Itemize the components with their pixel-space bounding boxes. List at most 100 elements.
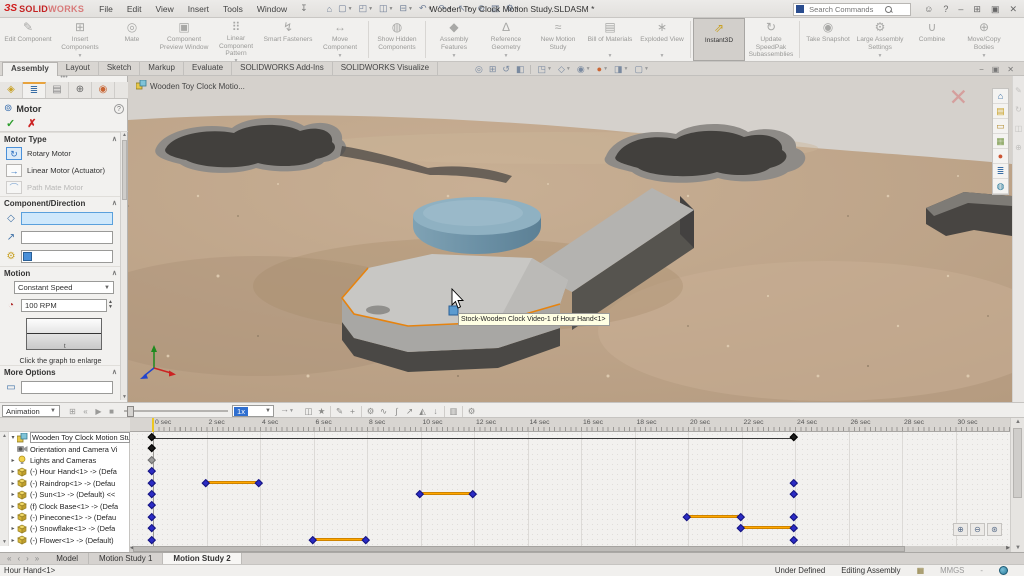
keyframe-diamond[interactable] xyxy=(255,478,263,486)
ribbon-update-speedpak-subassemblies[interactable]: ↻Update SpeedPak Subassemblies xyxy=(745,18,797,61)
search-box[interactable] xyxy=(793,3,911,16)
menu-tools[interactable]: Tools xyxy=(216,4,250,14)
scroll-down-icon[interactable]: ▼ xyxy=(1015,545,1021,551)
motion-section-header[interactable]: Motion ∧ xyxy=(0,266,121,279)
tab-solidworks-visualize[interactable]: SOLIDWORKS Visualize xyxy=(333,62,438,76)
results-and-plots-icon[interactable]: ▥ xyxy=(447,406,460,417)
save-icon[interactable]: ◫▼ xyxy=(376,3,396,14)
time-bar-handle[interactable] xyxy=(152,418,154,432)
keyframe-diamond[interactable] xyxy=(416,490,424,498)
tab-evaluate[interactable]: Evaluate xyxy=(184,62,232,76)
keyframe-diamond[interactable] xyxy=(683,513,691,521)
collapse-chevron-icon[interactable]: ∧ xyxy=(112,199,117,207)
user-account-icon[interactable]: ☺ xyxy=(919,4,938,14)
file-properties-icon[interactable]: ▤ xyxy=(488,3,503,14)
keyframe-diamond[interactable] xyxy=(148,513,156,521)
manager-tab-featuremanager[interactable]: ◈ xyxy=(0,82,23,98)
ribbon-mate[interactable]: ◎Mate xyxy=(106,18,158,61)
tree-row-hour-hand-1[interactable]: ▸(-) Hour Hand<1> -> (Defa xyxy=(9,466,130,477)
undo-icon[interactable]: ↶▼ xyxy=(416,3,436,14)
expand-arrow-icon[interactable]: ▸ xyxy=(9,525,17,532)
taskpane-file-explorer-icon[interactable]: ▭ xyxy=(993,119,1008,134)
scroll-up-icon[interactable]: ▲ xyxy=(122,132,127,138)
contact-icon[interactable]: ◭ xyxy=(416,406,429,417)
ribbon-smart-fasteners[interactable]: ↯Smart Fasteners xyxy=(262,18,314,61)
expand-arrow-icon[interactable]: ▸ xyxy=(9,491,17,498)
display-style-icon[interactable]: ◇▼ xyxy=(555,64,574,75)
tree-row-wooden-toy-clock-m[interactable]: ▾Wooden Toy Clock Motion Stu xyxy=(9,432,130,443)
keyframe-diamond[interactable] xyxy=(790,535,798,543)
manager-tab-configurationmanager[interactable]: ▤ xyxy=(46,82,69,98)
tree-row-orientation-and-ca[interactable]: Orientation and Camera Vi xyxy=(9,443,130,454)
study-tab-motion-study-2[interactable]: Motion Study 2 xyxy=(163,553,241,565)
collapse-chevron-icon[interactable]: ∧ xyxy=(112,135,117,143)
zoom-area-icon[interactable]: ⊞ xyxy=(486,64,500,75)
animation-wizard-icon[interactable]: ★ xyxy=(315,406,328,417)
hide-show-items-icon[interactable]: ◉▼ xyxy=(574,64,594,75)
ribbon-edit-component[interactable]: ✎Edit Component xyxy=(2,18,54,61)
ribbon-component-preview-window[interactable]: ▣Component Preview Window xyxy=(158,18,210,61)
component-to-move-relative-to-selection-field[interactable] xyxy=(21,250,113,263)
tree-row-snowflake-1[interactable]: ▸(-) Snowflake<1> -> (Defa xyxy=(9,523,130,534)
zoom-fit-icon[interactable]: ◎ xyxy=(472,64,486,75)
menu-window[interactable]: Window xyxy=(250,4,294,14)
speed-spinner[interactable]: ▲▼ xyxy=(108,300,113,310)
keyframe-diamond[interactable] xyxy=(148,433,156,441)
tab-sketch[interactable]: Sketch xyxy=(99,62,140,76)
timeline-zoom-fit-icon[interactable]: ⊛ xyxy=(987,523,1002,536)
view-orientation-icon[interactable]: ◳▼ xyxy=(534,64,554,75)
keyframe-diamond[interactable] xyxy=(790,490,798,498)
save-animation-icon[interactable]: ◫ xyxy=(302,406,315,417)
print-icon[interactable]: ⊟▼ xyxy=(397,3,417,14)
property-manager-scrollbar[interactable]: ▲ ▼ xyxy=(120,132,127,400)
taskpane-view-palette-icon[interactable]: ▦ xyxy=(993,134,1008,149)
add-update-key-icon[interactable]: + xyxy=(346,406,359,416)
stop-icon[interactable]: ■ xyxy=(105,407,118,416)
tree-row-raindrop-1[interactable]: ▸(-) Raindrop<1> -> (Defau xyxy=(9,478,130,489)
doc-minimize-icon[interactable]: − xyxy=(975,65,988,74)
timeline-zoom-in-icon[interactable]: ⊕ xyxy=(953,523,968,536)
more-options-selection-field[interactable] xyxy=(21,381,113,394)
keyframe-diamond[interactable] xyxy=(148,444,156,452)
tree-row-sun-1-def[interactable]: ▸(-) Sun<1> -> (Default) << xyxy=(9,489,130,500)
keyframe-diamond[interactable] xyxy=(148,478,156,486)
first-tab-icon[interactable]: « xyxy=(4,554,14,563)
taskpane-3d-content-central-icon[interactable]: ◍ xyxy=(993,179,1008,194)
taskpane-appearances-scenes-icon[interactable]: ● xyxy=(993,149,1008,164)
3d-content-globe-icon[interactable] xyxy=(999,566,1008,575)
redo-icon[interactable]: ↷▼ xyxy=(436,3,456,14)
auto-key-icon[interactable]: ✎ xyxy=(333,406,346,417)
play-icon[interactable]: ▶ xyxy=(92,407,105,416)
gravity-icon[interactable]: ↓ xyxy=(429,406,442,416)
edit-sheet-icon[interactable]: ▦ xyxy=(917,566,925,575)
last-tab-icon[interactable]: » xyxy=(32,554,42,563)
more-options-section-header[interactable]: More Options ∧ xyxy=(0,365,121,378)
playback-mode-button[interactable]: →▼ xyxy=(280,404,294,414)
previous-view-icon[interactable]: ↺ xyxy=(499,64,513,75)
play-from-start-icon[interactable]: « xyxy=(79,407,92,416)
keyframe-diamond[interactable] xyxy=(309,535,317,543)
keyframe-diamond[interactable] xyxy=(148,467,156,475)
keyframe-bar[interactable] xyxy=(742,526,796,529)
study-tab-model[interactable]: Model xyxy=(46,553,89,565)
search-input[interactable] xyxy=(807,4,885,15)
keyframe-diamond[interactable] xyxy=(202,478,210,486)
keyframe-diamond[interactable] xyxy=(362,535,370,543)
ribbon-large-assembly-settings[interactable]: ⚙Large Assembly Settings▼ xyxy=(854,18,906,61)
search-icon[interactable] xyxy=(885,6,892,13)
minimize-icon[interactable]: – xyxy=(953,4,968,14)
ribbon-linear-component-pattern[interactable]: ⠿Linear Component Pattern▼ xyxy=(210,18,262,61)
next-tab-icon[interactable]: › xyxy=(23,554,32,563)
timeline-position-slider[interactable] xyxy=(124,410,228,412)
help-icon[interactable]: ? xyxy=(114,104,124,114)
keyframe-diamond[interactable] xyxy=(790,513,798,521)
close-icon[interactable]: ✕ xyxy=(1004,4,1022,14)
taskpane-solidworks-resources-icon[interactable]: ⌂ xyxy=(993,89,1008,104)
motor-icon[interactable]: ⚙ xyxy=(364,406,377,417)
ok-button[interactable]: ✓ xyxy=(6,117,15,130)
new-document-icon[interactable]: ▢▼ xyxy=(335,3,355,14)
graphics-area[interactable]: Wooden Toy Clock Motio... Stock-Wooden C… xyxy=(128,76,1012,402)
component-direction-section-header[interactable]: Component/Direction ∧ xyxy=(0,196,121,209)
clock-knob-dome[interactable] xyxy=(413,197,541,254)
prev-tab-icon[interactable]: ‹ xyxy=(14,554,23,563)
